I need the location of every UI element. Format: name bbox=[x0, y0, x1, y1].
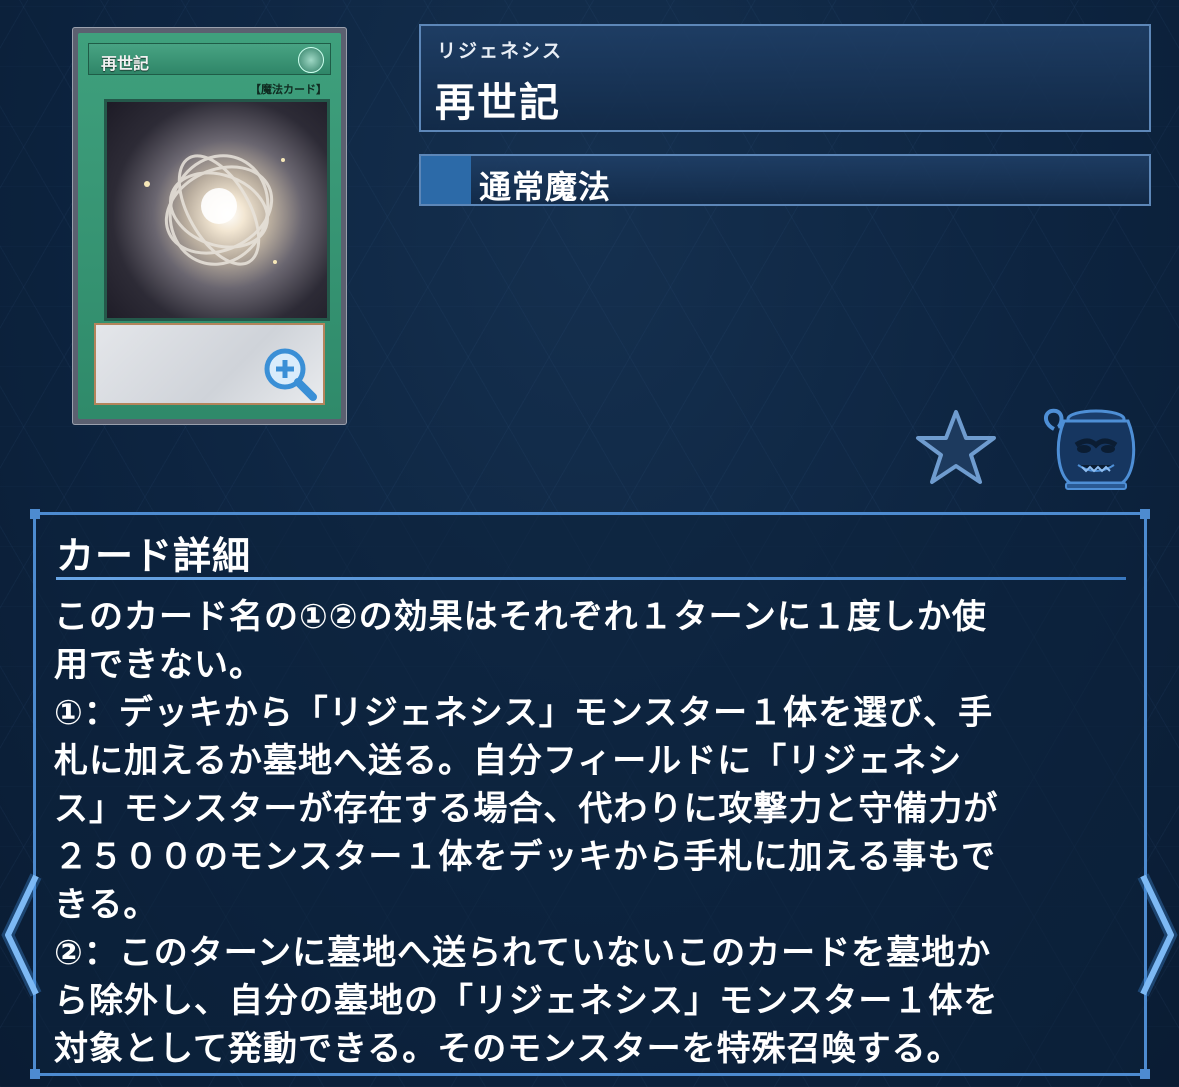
card-image[interactable]: 再世記 【魔法カード】 bbox=[72, 27, 347, 425]
chevron-left-icon[interactable] bbox=[0, 870, 44, 1000]
effect-line: 対象として発動できる。そのモンスターを特殊召喚する。 bbox=[54, 1029, 962, 1069]
card-type-swatch bbox=[421, 156, 471, 204]
effect-line: 札に加えるか墓地へ送る。自分フィールドに「リジェネシ bbox=[54, 741, 963, 781]
effect-line: ら除外し、自分の墓地の「リジェネシス」モンスター１体を bbox=[54, 981, 999, 1021]
panel-corner bbox=[30, 1069, 40, 1079]
card-type-label: 通常魔法 bbox=[479, 168, 612, 206]
heading-divider bbox=[56, 577, 1126, 580]
card-type-box: 通常魔法 bbox=[419, 154, 1151, 206]
effect-line: このカード名の①②の効果はそれぞれ１ターンに１度しか使 bbox=[54, 597, 987, 637]
star-icon[interactable] bbox=[915, 408, 997, 486]
effect-line: 用できない。 bbox=[54, 645, 264, 685]
pot-icon[interactable] bbox=[1040, 405, 1136, 491]
card-effect-text: このカード名の①②の効果はそれぞれ１ターンに１度しか使 用できない。 ①：デッキ… bbox=[54, 593, 1124, 1073]
effect-line: きる。 bbox=[54, 885, 159, 925]
effect-line: ②：このターンに墓地へ送られていないこのカードを墓地か bbox=[54, 933, 992, 973]
effect-line: ２５００のモンスター１体をデッキから手札に加える事もで bbox=[54, 837, 996, 877]
zoom-in-icon[interactable] bbox=[261, 345, 317, 401]
panel-corner bbox=[1140, 509, 1150, 519]
card-artwork bbox=[104, 99, 330, 321]
card-title-box: リジェネシス 再世記 bbox=[419, 24, 1151, 132]
detail-heading: カード詳細 bbox=[56, 534, 252, 578]
effect-line: ①：デッキから「リジェネシス」モンスター１体を選び、手 bbox=[54, 693, 994, 733]
panel-corner bbox=[1140, 1069, 1150, 1079]
card-title-ruby: リジェネシス bbox=[437, 40, 564, 62]
card-detail-panel: カード詳細 このカード名の①②の効果はそれぞれ１ターンに１度しか使 用できない。… bbox=[30, 509, 1150, 1079]
effect-line: ス」モンスターが存在する場合、代わりに攻撃力と守備力が bbox=[54, 789, 999, 829]
chevron-right-icon[interactable] bbox=[1135, 870, 1179, 1000]
spell-attribute-icon bbox=[298, 47, 324, 73]
card-title: 再世記 bbox=[435, 80, 561, 126]
card-art-type: 【魔法カード】 bbox=[250, 83, 327, 96]
card-face: 再世記 【魔法カード】 bbox=[78, 33, 341, 419]
card-name-bar: 再世記 bbox=[88, 43, 331, 75]
card-art-name: 再世記 bbox=[101, 54, 150, 73]
panel-corner bbox=[30, 509, 40, 519]
card-text-box bbox=[94, 323, 325, 405]
